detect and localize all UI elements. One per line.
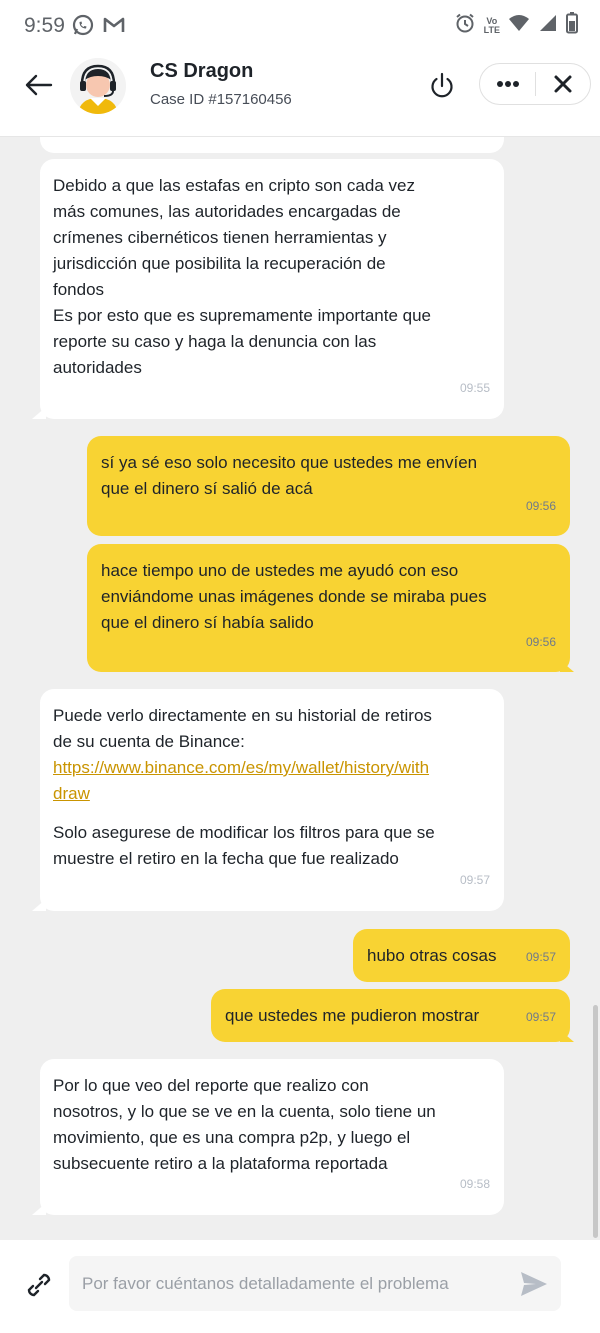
bubble-tail xyxy=(32,1203,46,1215)
message-time: 09:56 xyxy=(525,499,556,513)
volte-indicator: Vo LTE xyxy=(483,16,500,35)
agent-avatar-icon xyxy=(70,58,126,114)
message-bubble-outgoing: sí ya sé eso solo necesito que ustedes m… xyxy=(87,436,570,536)
message-time: 09:56 xyxy=(525,635,556,649)
message-text: Solo asegurese de modificar los filtros … xyxy=(53,823,435,868)
bubble-tail xyxy=(560,1030,574,1042)
binance-withdraw-link[interactable]: https://www.binance.com/es/my/wallet/his… xyxy=(53,755,490,807)
message-text: hubo otras cosas xyxy=(367,946,497,965)
message-input[interactable]: Por favor cuéntanos detalladamente el pr… xyxy=(69,1256,561,1311)
message-time: 09:57 xyxy=(459,873,490,887)
message-bubble-outgoing: hace tiempo uno de ustedes me ayudó con … xyxy=(87,544,570,672)
message-text: que ustedes me pudieron mostrar xyxy=(225,1006,480,1025)
whatsapp-icon xyxy=(72,14,94,41)
attach-button[interactable] xyxy=(22,1268,56,1302)
more-icon xyxy=(496,81,519,87)
message-bubble-incoming: Puede verlo directamente en su historial… xyxy=(40,689,504,911)
power-icon xyxy=(431,72,453,98)
more-button[interactable] xyxy=(480,64,535,104)
message-text: Puede verlo directamente en su historial… xyxy=(53,706,432,751)
message-input-bar: Por favor cuéntanos detalladamente el pr… xyxy=(0,1240,600,1333)
message-time: 09:57 xyxy=(525,950,556,964)
bubble-tail xyxy=(32,899,46,911)
case-id: Case ID #157160456 xyxy=(150,91,292,108)
chat-messages[interactable]: Debido a que las estafas en cripto son c… xyxy=(0,137,600,1240)
signal-icon xyxy=(538,13,558,38)
alarm-icon xyxy=(454,12,476,39)
message-time: 09:55 xyxy=(459,381,490,395)
close-button[interactable] xyxy=(536,64,590,104)
battery-icon xyxy=(566,12,578,39)
status-left-icons xyxy=(72,14,126,41)
message-bubble-outgoing: hubo otras cosas 09:57 xyxy=(353,929,570,982)
bubble-tail xyxy=(560,660,574,672)
agent-name: CS Dragon xyxy=(150,60,254,82)
send-icon xyxy=(521,1272,547,1296)
message-text: Por lo que veo del reporte que realizo c… xyxy=(53,1076,436,1173)
message-time: 09:58 xyxy=(459,1177,490,1191)
back-arrow-icon xyxy=(25,74,53,96)
message-text: sí ya sé eso solo necesito que ustedes m… xyxy=(101,453,478,498)
chat-scrollbar[interactable] xyxy=(593,1005,598,1238)
status-time: 9:59 xyxy=(24,14,65,37)
message-text: Debido a que las estafas en cripto son c… xyxy=(53,176,431,377)
status-bar: 9:59 Vo LTE xyxy=(0,0,600,50)
attach-link-icon xyxy=(27,1273,51,1297)
message-time: 09:57 xyxy=(525,1010,556,1024)
agent-avatar xyxy=(70,58,126,114)
chat-header: CS Dragon Case ID #157160456 xyxy=(0,50,600,137)
back-button[interactable] xyxy=(22,68,56,102)
message-text: hace tiempo uno de ustedes me ayudó con … xyxy=(101,561,487,632)
status-right-icons: Vo LTE xyxy=(454,12,578,39)
bubble-tail xyxy=(32,407,46,419)
gmail-icon xyxy=(102,14,126,41)
send-button[interactable] xyxy=(518,1269,550,1299)
header-actions xyxy=(479,63,591,105)
wifi-icon xyxy=(508,13,530,38)
message-bubble-incoming: Por lo que veo del reporte que realizo c… xyxy=(40,1059,504,1215)
message-bubble-partial xyxy=(40,137,504,153)
close-icon xyxy=(554,75,572,93)
end-chat-button[interactable] xyxy=(426,70,458,102)
message-bubble-outgoing: que ustedes me pudieron mostrar 09:57 xyxy=(211,989,570,1042)
message-bubble-incoming: Debido a que las estafas en cripto son c… xyxy=(40,159,504,419)
volte-bottom-label: LTE xyxy=(483,24,500,35)
